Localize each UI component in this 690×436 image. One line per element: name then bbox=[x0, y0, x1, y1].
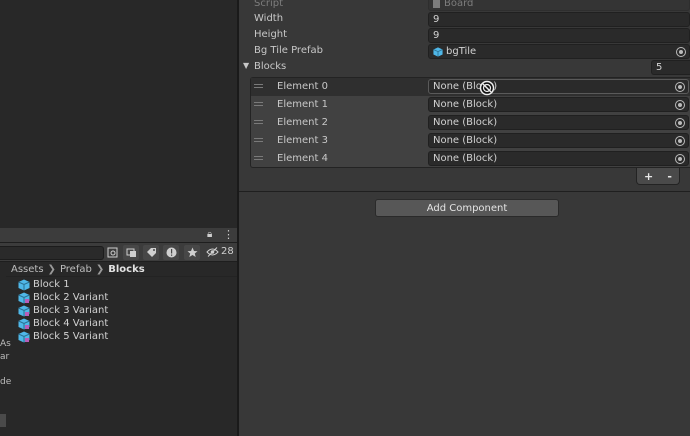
asset-name: Block 1 bbox=[33, 279, 70, 290]
eye-slash-icon bbox=[206, 246, 219, 257]
hidden-count: 28 bbox=[221, 246, 234, 257]
element-object-field[interactable]: None (Block) bbox=[428, 151, 689, 166]
blocks-label[interactable]: Blocks bbox=[254, 61, 286, 72]
filter-by-type-icon[interactable] bbox=[123, 245, 139, 260]
element-value: None (Block) bbox=[433, 153, 498, 164]
breadcrumb-blocks[interactable]: Blocks bbox=[108, 264, 144, 275]
scene-view-area[interactable] bbox=[0, 0, 238, 228]
asset-name: Block 4 Variant bbox=[33, 318, 109, 329]
bg-tile-prefab-field[interactable]: bgTile bbox=[428, 44, 690, 59]
object-picker-icon[interactable] bbox=[675, 154, 685, 164]
bg-tile-prefab-label: Bg Tile Prefab bbox=[254, 45, 323, 56]
asset-name: Block 3 Variant bbox=[33, 305, 109, 316]
asset-item[interactable]: Block 5 Variant bbox=[18, 330, 108, 343]
element-object-field[interactable]: None (Block) bbox=[428, 79, 689, 94]
script-file-icon bbox=[433, 0, 440, 8]
object-picker-icon[interactable] bbox=[675, 118, 685, 128]
folder-tree-selection[interactable] bbox=[0, 414, 6, 427]
add-component-button[interactable]: Add Component bbox=[375, 199, 559, 217]
object-picker-icon[interactable] bbox=[675, 82, 685, 92]
search-input[interactable] bbox=[0, 246, 104, 260]
prefab-cube-icon bbox=[18, 279, 30, 290]
drag-handle-icon[interactable] bbox=[254, 136, 263, 144]
folder-tree-fragment[interactable]: de bbox=[0, 377, 11, 387]
script-value: Board bbox=[444, 0, 474, 9]
prefab-cube-icon bbox=[433, 46, 443, 57]
width-value: 9 bbox=[433, 14, 440, 25]
element-label: Element 4 bbox=[277, 153, 328, 164]
height-value: 9 bbox=[433, 30, 440, 41]
breadcrumb-assets[interactable]: Assets bbox=[11, 264, 44, 275]
prefab-variant-cube-icon bbox=[18, 331, 30, 342]
height-field[interactable]: 9 bbox=[428, 28, 690, 43]
element-value: None (Block) bbox=[433, 99, 498, 110]
hidden-packages-toggle[interactable]: 28 bbox=[206, 246, 234, 257]
width-field[interactable]: 9 bbox=[428, 12, 690, 27]
breadcrumb-separator-icon: ❯ bbox=[95, 263, 105, 275]
height-label: Height bbox=[254, 29, 288, 40]
object-picker-icon[interactable] bbox=[676, 47, 686, 57]
object-picker-icon[interactable] bbox=[675, 100, 685, 110]
blocks-size-field[interactable]: 5 bbox=[651, 60, 690, 75]
element-label: Element 1 bbox=[277, 99, 328, 110]
warning-info-icon[interactable] bbox=[163, 245, 179, 260]
menu-icon[interactable]: ⋮ bbox=[223, 228, 234, 241]
asset-item[interactable]: Block 4 Variant bbox=[18, 317, 108, 330]
list-add-remove-footer: + - bbox=[636, 168, 680, 185]
project-window-header: 🔒︎ ⋮ bbox=[0, 228, 237, 243]
asset-item[interactable]: Block 2 Variant bbox=[18, 291, 108, 304]
asset-name: Block 5 Variant bbox=[33, 331, 109, 342]
prefab-variant-cube-icon bbox=[18, 292, 30, 303]
element-value: None (Block) bbox=[433, 117, 498, 128]
drag-handle-icon[interactable] bbox=[254, 82, 263, 90]
element-value: None (Block) bbox=[433, 135, 498, 146]
asset-name: Block 2 Variant bbox=[33, 292, 109, 303]
prefab-variant-cube-icon bbox=[18, 305, 30, 316]
prefab-variant-cube-icon bbox=[18, 318, 30, 329]
asset-list: Block 1 Block 2 Variant Block 3 Variant … bbox=[18, 278, 108, 343]
breadcrumb-separator-icon: ❯ bbox=[47, 263, 56, 275]
element-object-field[interactable]: None (Block) bbox=[428, 115, 689, 130]
asset-item[interactable]: Block 3 Variant bbox=[18, 304, 108, 317]
drag-handle-icon[interactable] bbox=[254, 118, 263, 126]
bg-tile-prefab-value: bgTile bbox=[446, 46, 477, 57]
breadcrumb-prefab[interactable]: Prefab bbox=[60, 264, 92, 275]
width-label: Width bbox=[254, 13, 284, 24]
asset-item[interactable]: Block 1 bbox=[18, 278, 108, 291]
drag-handle-icon[interactable] bbox=[254, 154, 263, 162]
component-divider bbox=[239, 191, 690, 192]
element-label: Element 0 bbox=[277, 81, 328, 92]
remove-element-button[interactable]: - bbox=[667, 170, 672, 183]
folder-tree-fragment[interactable]: ar bbox=[0, 352, 9, 362]
add-element-button[interactable]: + bbox=[644, 170, 653, 183]
inspector-panel bbox=[239, 0, 690, 436]
filter-by-label-icon[interactable] bbox=[143, 245, 159, 260]
element-object-field[interactable]: None (Block) bbox=[428, 133, 689, 148]
element-object-field[interactable]: None (Block) bbox=[428, 97, 689, 112]
drag-handle-icon[interactable] bbox=[254, 100, 263, 108]
element-label: Element 3 bbox=[277, 135, 328, 146]
script-label: Script bbox=[254, 0, 284, 9]
script-field: Board bbox=[428, 0, 690, 11]
breadcrumb: Assets ❯ Prefab ❯ Blocks bbox=[0, 262, 237, 277]
blocks-size-value: 5 bbox=[656, 62, 663, 73]
object-picker-icon[interactable] bbox=[675, 136, 685, 146]
folder-tree-fragment[interactable]: As bbox=[0, 339, 11, 349]
not-allowed-cursor-icon bbox=[479, 80, 495, 96]
favorites-star-icon[interactable] bbox=[184, 245, 200, 260]
lock-icon[interactable]: 🔒︎ bbox=[207, 229, 212, 240]
search-by-type-icon[interactable] bbox=[104, 245, 120, 260]
element-label: Element 2 bbox=[277, 117, 328, 128]
folder-tree-strip bbox=[0, 262, 6, 436]
foldout-arrow-icon[interactable]: ▼ bbox=[243, 61, 249, 70]
